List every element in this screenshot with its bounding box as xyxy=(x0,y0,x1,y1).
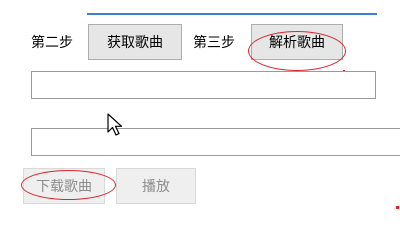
arrow-cursor-icon xyxy=(107,113,123,136)
get-songs-button[interactable]: 获取歌曲 xyxy=(88,24,182,60)
step-three-label: 第三步 xyxy=(193,35,235,51)
play-button[interactable]: 播放 xyxy=(116,168,196,204)
song-url-input[interactable] xyxy=(31,71,376,99)
parse-songs-button[interactable]: 解析歌曲 xyxy=(251,24,343,60)
download-songs-button[interactable]: 下载歌曲 xyxy=(23,168,105,204)
top-accent-line xyxy=(87,13,377,15)
annotation-mark-corner xyxy=(396,206,399,209)
parsed-result-field[interactable] xyxy=(31,128,400,156)
step-two-label: 第二步 xyxy=(31,35,73,51)
